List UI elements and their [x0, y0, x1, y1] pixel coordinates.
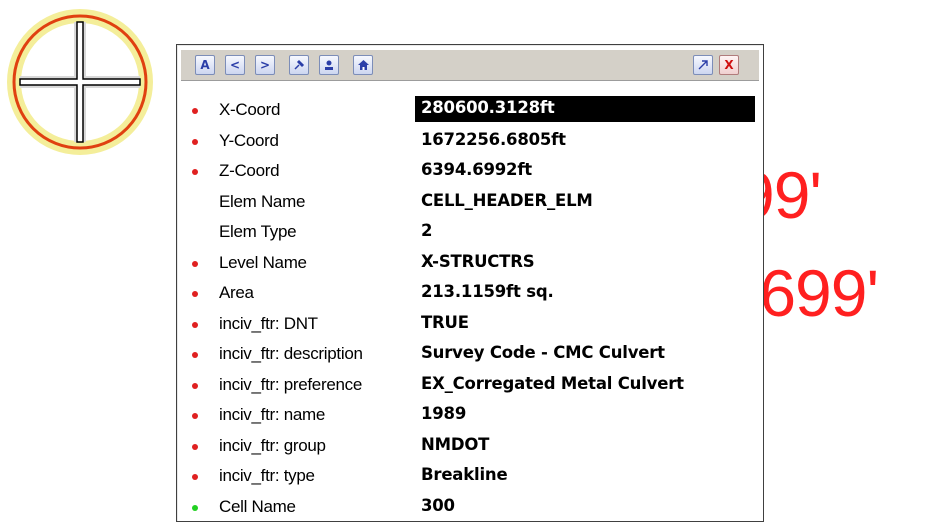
property-label: Z-Coord — [219, 161, 279, 181]
property-value: 2 — [421, 221, 432, 240]
property-value: 1989 — [421, 404, 466, 423]
expand-icon[interactable] — [693, 55, 713, 75]
property-label: inciv_ftr: group — [219, 436, 326, 456]
bullet-icon — [192, 169, 198, 175]
bullet-icon — [192, 291, 198, 297]
bullet-icon — [192, 108, 198, 114]
property-row[interactable]: inciv_ftr: preference EX_Corregated Metal… — [181, 373, 759, 404]
property-value: CELL_HEADER_ELM — [421, 191, 593, 210]
property-row[interactable]: inciv_ftr: description Survey Code - CMC … — [181, 342, 759, 373]
property-label: inciv_ftr: type — [219, 466, 315, 486]
element-info-popup: A < > X X-Coord 280600.3128ft Y-Coord 16722… — [176, 44, 764, 522]
bullet-icon — [192, 261, 198, 267]
property-value: X-STRUCTRS — [421, 252, 534, 271]
property-label: inciv_ftr: preference — [219, 375, 362, 395]
property-value: 6394.6992ft — [421, 160, 532, 179]
property-row[interactable]: Z-Coord 6394.6992ft — [181, 159, 759, 190]
property-row[interactable]: Elem Name CELL_HEADER_ELM — [181, 190, 759, 221]
property-value: NMDOT — [421, 435, 489, 454]
property-label: inciv_ftr: description — [219, 344, 363, 364]
popup-toolbar: A < > X — [181, 50, 759, 81]
property-row[interactable]: Level Name X-STRUCTRS — [181, 251, 759, 282]
property-label: inciv_ftr: DNT — [219, 314, 318, 334]
font-icon[interactable]: A — [195, 55, 215, 75]
property-value: TRUE — [421, 313, 469, 332]
bullet-icon — [192, 444, 198, 450]
property-value: 300 — [421, 496, 455, 515]
bullet-icon — [192, 322, 198, 328]
property-row[interactable]: inciv_ftr: name 1989 — [181, 403, 759, 434]
property-label: inciv_ftr: name — [219, 405, 325, 425]
close-icon[interactable]: X — [719, 55, 739, 75]
property-label: Cell Name — [219, 497, 296, 517]
property-label: Elem Name — [219, 192, 305, 212]
property-row[interactable]: Elem Type 2 — [181, 220, 759, 251]
bullet-icon — [192, 352, 198, 358]
property-value: Breakline — [421, 465, 507, 484]
property-label: Area — [219, 283, 254, 303]
property-row[interactable]: X-Coord 280600.3128ft — [181, 98, 759, 129]
home-icon[interactable] — [353, 55, 373, 75]
property-label: Level Name — [219, 253, 307, 273]
property-row[interactable]: inciv_ftr: group NMDOT — [181, 434, 759, 465]
next-icon[interactable]: > — [255, 55, 275, 75]
property-label: X-Coord — [219, 100, 280, 120]
property-value: EX_Corregated Metal Culvert — [421, 374, 684, 393]
properties-list: X-Coord 280600.3128ft Y-Coord 1672256.6805f… — [181, 98, 759, 525]
bullet-icon — [192, 383, 198, 389]
property-row[interactable]: inciv_ftr: type Breakline — [181, 464, 759, 495]
property-value: 1672256.6805ft — [421, 130, 566, 149]
property-value: 213.1159ft sq. — [421, 282, 554, 301]
bullet-icon — [192, 474, 198, 480]
property-value: Survey Code - CMC Culvert — [421, 343, 665, 362]
bullet-icon — [192, 505, 198, 511]
bullet-icon — [192, 139, 198, 145]
bullet-icon — [192, 413, 198, 419]
previous-icon[interactable]: < — [225, 55, 245, 75]
crosshair-target-icon — [6, 8, 154, 156]
property-label: Elem Type — [219, 222, 296, 242]
pin-icon[interactable] — [289, 55, 309, 75]
property-row[interactable]: Cell Name 300 — [181, 495, 759, 525]
property-row[interactable]: Y-Coord 1672256.6805ft — [181, 129, 759, 160]
user-icon[interactable] — [319, 55, 339, 75]
property-value: 280600.3128ft — [415, 96, 755, 122]
property-row[interactable]: inciv_ftr: DNT TRUE — [181, 312, 759, 343]
property-label: Y-Coord — [219, 131, 279, 151]
property-row[interactable]: Area 213.1159ft sq. — [181, 281, 759, 312]
